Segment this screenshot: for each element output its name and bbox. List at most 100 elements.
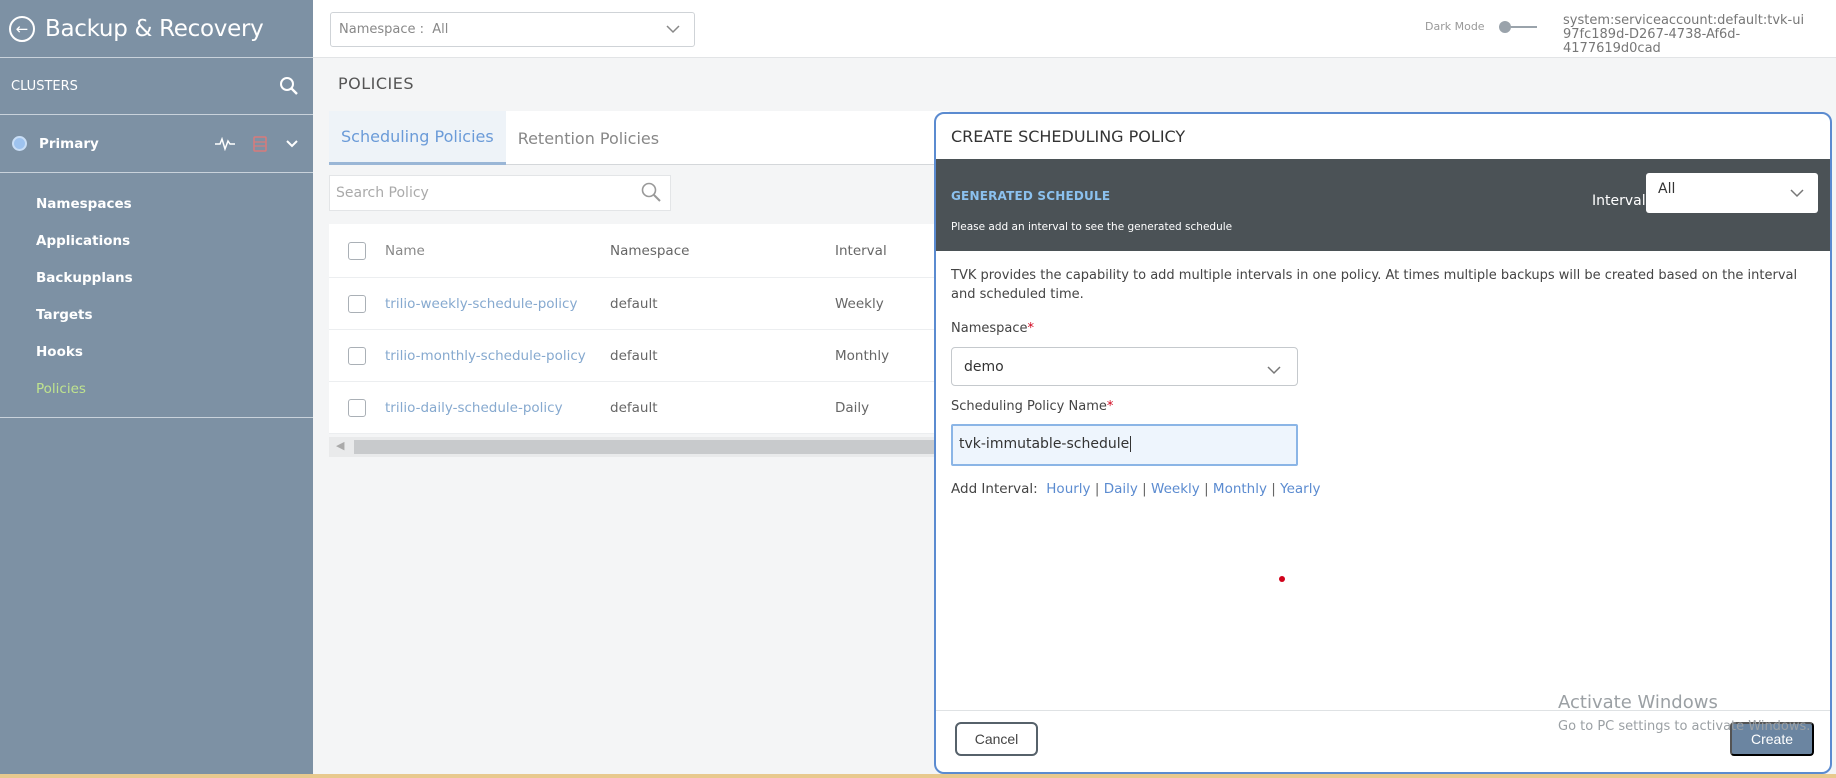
row-checkbox[interactable] <box>348 398 366 417</box>
chevron-down-icon <box>666 25 680 34</box>
namespace-select-label: Namespace : <box>339 22 425 37</box>
dialog-title: CREATE SCHEDULING POLICY <box>951 127 1186 146</box>
chevron-down-icon <box>1267 366 1281 375</box>
sidebar: ← Backup & Recovery CLUSTERS Primary Nam… <box>0 0 313 778</box>
cluster-status-dot <box>12 136 27 151</box>
back-arrow-icon[interactable]: ← <box>9 15 35 42</box>
account-id: 97fc189d-D267-4738-Af6d-4177619d0cad <box>1563 27 1741 56</box>
watermark-line2: Go to PC settings to activate Windows. <box>1558 719 1811 734</box>
tab-retention-policies[interactable]: Retention Policies <box>506 111 671 165</box>
add-interval-daily-link[interactable]: Daily <box>1104 481 1138 497</box>
select-all-checkbox[interactable] <box>348 241 366 260</box>
add-interval-monthly-link[interactable]: Monthly <box>1213 481 1267 497</box>
column-header-name[interactable]: Name <box>385 243 610 259</box>
horizontal-scrollbar[interactable]: ◀ <box>329 437 949 457</box>
toggle-knob <box>1498 20 1511 33</box>
add-interval-row: Add Interval: Hourly | Daily | Weekly | … <box>951 481 1320 497</box>
activate-windows-watermark: Activate Windows Go to PC settings to ac… <box>1558 692 1810 734</box>
account-info[interactable]: system:serviceaccount:default:tvk-ui 97f… <box>1563 14 1836 56</box>
pulse-icon[interactable] <box>215 136 235 151</box>
page-title: POLICIES <box>338 74 415 93</box>
generated-schedule-panel: GENERATED SCHEDULE Please add an interva… <box>936 159 1830 251</box>
sidebar-item-policies[interactable]: Policies <box>0 370 313 407</box>
generated-schedule-title: GENERATED SCHEDULE <box>951 189 1111 203</box>
required-mark: * <box>1106 399 1114 414</box>
policy-name-link[interactable]: trilio-weekly-schedule-policy <box>385 296 610 312</box>
policy-name-field-label: Scheduling Policy Name* <box>951 399 1113 414</box>
generated-schedule-subtitle: Please add an interval to see the genera… <box>951 221 1233 233</box>
dark-mode-toggle[interactable] <box>1498 20 1539 33</box>
table-row: trilio-weekly-schedule-policy default We… <box>329 278 949 330</box>
chevron-down-icon[interactable] <box>285 139 299 149</box>
clusters-label: CLUSTERS <box>11 78 78 94</box>
account-name: system:serviceaccount:default:tvk-ui <box>1563 13 1805 28</box>
policy-interval: Monthly <box>835 347 890 364</box>
policy-name-link[interactable]: trilio-monthly-schedule-policy <box>385 348 610 364</box>
interval-select[interactable]: All <box>1646 173 1818 213</box>
watermark-line1: Activate Windows <box>1558 692 1718 713</box>
namespace-dropdown[interactable]: demo <box>951 347 1298 386</box>
sidebar-item-backupplans[interactable]: Backupplans <box>0 259 313 296</box>
sidebar-item-applications[interactable]: Applications <box>0 222 313 259</box>
policy-interval: Weekly <box>835 295 884 312</box>
policy-namespace: default <box>610 399 658 416</box>
search-icon[interactable] <box>640 181 662 203</box>
tab-scheduling-policies[interactable]: Scheduling Policies <box>329 111 506 165</box>
dialog-description: TVK provides the capability to add multi… <box>951 268 1798 302</box>
policy-name-label-text: Scheduling Policy Name <box>951 399 1107 414</box>
scrollbar-thumb[interactable] <box>354 440 949 454</box>
policy-namespace: default <box>610 295 658 312</box>
policy-name-input[interactable]: tvk-immutable-schedule <box>951 424 1298 466</box>
namespace-field-label: Namespace* <box>951 321 1034 336</box>
sidebar-item-namespaces[interactable]: Namespaces <box>0 185 313 222</box>
sidebar-item-targets[interactable]: Targets <box>0 296 313 333</box>
table-row: trilio-monthly-schedule-policy default M… <box>329 330 949 382</box>
interval-label: Interval: <box>1592 193 1651 209</box>
add-interval-hourly-link[interactable]: Hourly <box>1046 481 1090 497</box>
cluster-primary[interactable]: Primary <box>0 115 313 173</box>
cursor-dot <box>1279 576 1285 582</box>
separator: | <box>1142 481 1147 497</box>
chevron-down-icon <box>1790 189 1804 198</box>
separator: | <box>1204 481 1209 497</box>
namespace-select[interactable]: Namespace : All <box>330 12 695 47</box>
sidebar-nav: Namespaces Applications Backupplans Targ… <box>0 173 313 418</box>
sidebar-item-hooks[interactable]: Hooks <box>0 333 313 370</box>
cancel-button[interactable]: Cancel <box>955 722 1038 756</box>
row-checkbox[interactable] <box>348 294 366 313</box>
required-mark: * <box>1027 321 1035 336</box>
column-header-namespace[interactable]: Namespace <box>610 243 835 259</box>
separator: | <box>1094 481 1100 497</box>
dark-mode-control: Dark Mode <box>1425 20 1539 33</box>
search-icon[interactable] <box>279 76 299 96</box>
policy-tabs: Scheduling Policies Retention Policies <box>329 111 949 165</box>
scroll-left-icon[interactable]: ◀ <box>336 439 344 452</box>
column-header-interval[interactable]: Interval <box>835 243 935 259</box>
namespace-select-value: All <box>432 22 449 37</box>
row-checkbox[interactable] <box>348 346 366 365</box>
search-placeholder: Search Policy <box>336 185 429 201</box>
database-icon[interactable] <box>253 135 267 152</box>
taskbar-edge <box>0 774 1836 778</box>
sidebar-header: ← Backup & Recovery <box>0 0 313 58</box>
policies-table: Name Namespace Interval trilio-weekly-sc… <box>329 224 949 434</box>
dark-mode-label: Dark Mode <box>1425 20 1485 33</box>
add-interval-weekly-link[interactable]: Weekly <box>1151 481 1200 497</box>
topbar: Namespace : All Dark Mode system:service… <box>313 0 1836 58</box>
interval-select-value: All <box>1658 181 1676 197</box>
add-interval-yearly-link[interactable]: Yearly <box>1280 481 1320 497</box>
table-header-row: Name Namespace Interval <box>329 224 949 278</box>
create-scheduling-policy-dialog: CREATE SCHEDULING POLICY GENERATED SCHED… <box>934 112 1832 774</box>
clusters-header: CLUSTERS <box>0 58 313 115</box>
separator: | <box>1271 481 1276 497</box>
policy-namespace: default <box>610 347 658 364</box>
namespace-label-text: Namespace <box>951 321 1028 336</box>
toggle-track <box>1510 25 1537 28</box>
cluster-name: Primary <box>39 135 99 152</box>
policy-name-link[interactable]: trilio-daily-schedule-policy <box>385 400 610 416</box>
namespace-dropdown-value: demo <box>964 359 1004 375</box>
search-policy-input[interactable]: Search Policy <box>329 175 671 211</box>
add-interval-label: Add Interval: <box>951 481 1038 497</box>
app-title: Backup & Recovery <box>45 15 264 42</box>
table-row: trilio-daily-schedule-policy default Dai… <box>329 382 949 434</box>
